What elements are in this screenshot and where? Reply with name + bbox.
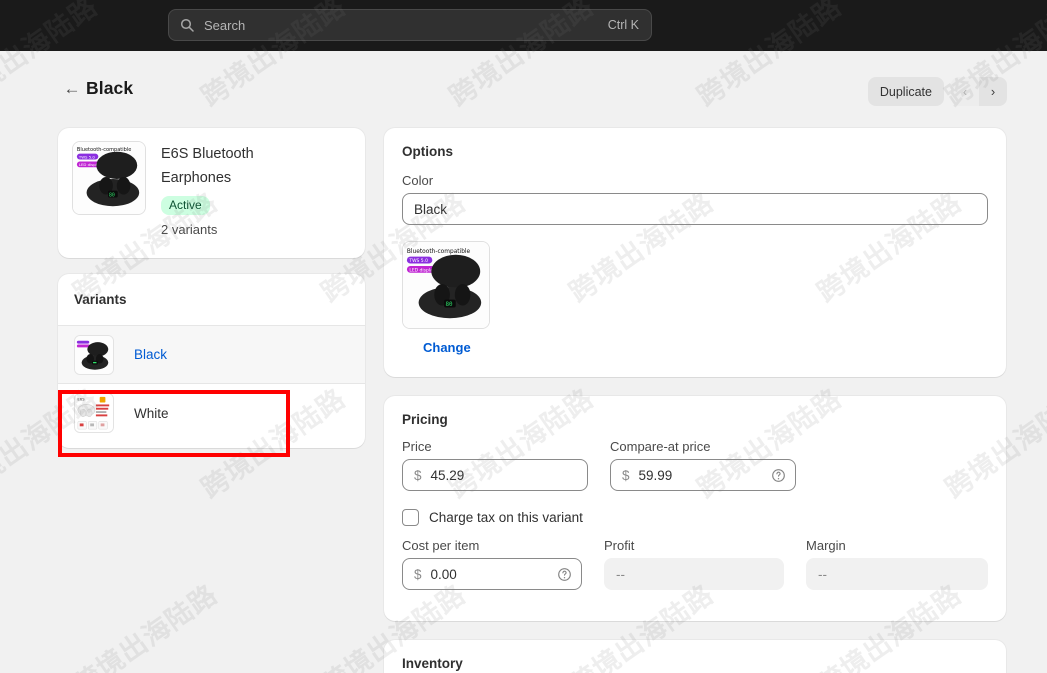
price-label: Price — [402, 439, 432, 454]
variants-heading: Variants — [58, 274, 365, 326]
charge-tax-label: Charge tax on this variant — [429, 510, 583, 525]
cost-per-item-value: 0.00 — [430, 566, 457, 582]
profit-value: -- — [604, 558, 785, 590]
color-label: Color — [402, 173, 434, 188]
profit-label: Profit — [604, 538, 635, 553]
status-badge: Active — [161, 196, 210, 215]
price-value: 45.29 — [430, 467, 465, 483]
price-field-group: Price $ 45.29 — [402, 439, 588, 491]
compare-price-value: 59.99 — [638, 467, 673, 483]
product-title: E6S Bluetooth Earphones — [161, 146, 254, 186]
svg-text:80: 80 — [109, 192, 115, 198]
charge-tax-row[interactable]: Charge tax on this variant — [402, 509, 988, 526]
price-input[interactable]: $ 45.29 — [402, 459, 588, 491]
margin-label: Margin — [806, 538, 846, 553]
search-icon — [179, 17, 195, 33]
change-image-link[interactable]: Change — [423, 340, 471, 355]
watermark-text: 跨境出海陆路 — [68, 579, 224, 673]
variant-row-white[interactable]: E6S White — [58, 384, 365, 442]
variant-thumbnail-black — [74, 334, 114, 375]
compare-price-label: Compare-at price — [610, 439, 711, 454]
color-input-value: Black — [414, 201, 448, 217]
help-circle-icon[interactable] — [557, 567, 572, 582]
svg-text:80: 80 — [446, 302, 454, 308]
help-circle-icon[interactable] — [771, 468, 786, 483]
options-heading: Options — [402, 144, 453, 159]
search-input[interactable]: Search Ctrl K — [168, 9, 652, 41]
variant-thumbnail-white: E6S — [74, 393, 114, 433]
search-shortcut: Ctrl K — [607, 18, 639, 32]
app-root: Search Ctrl K ← Black Duplicate ‹ › Blue… — [0, 0, 1047, 673]
page-header: ← Black Duplicate ‹ › — [0, 51, 1047, 128]
search-placeholder: Search — [204, 17, 246, 33]
options-card: Options Color Black Bluetooth-compatible… — [384, 128, 1006, 377]
variant-count-label: 2 variants — [161, 222, 218, 237]
product-summary-card[interactable]: Bluetooth-compatible TWS 5.0 LED display… — [58, 128, 365, 258]
svg-text:Bluetooth-compatible: Bluetooth-compatible — [77, 147, 132, 153]
svg-text:TWS 5.0: TWS 5.0 — [78, 154, 96, 159]
compare-price-input[interactable]: $ 59.99 — [610, 459, 796, 491]
price-currency-symbol: $ — [414, 467, 422, 483]
back-arrow-icon[interactable]: ← — [62, 79, 82, 99]
compare-currency-symbol: $ — [622, 467, 630, 483]
cost-currency-symbol: $ — [414, 566, 422, 582]
variant-row-black[interactable]: Black — [58, 326, 365, 384]
charge-tax-checkbox[interactable] — [402, 509, 419, 526]
variant-label-white[interactable]: White — [134, 406, 169, 421]
product-thumbnail: Bluetooth-compatible TWS 5.0 LED display… — [72, 141, 146, 215]
variant-label-black[interactable]: Black — [134, 347, 167, 362]
cost-row: Cost per item $ 0.00 Profit -- Margin -- — [402, 538, 988, 590]
pagination-group: ‹ › — [951, 77, 1007, 106]
compare-price-field-group: Compare-at price $ 59.99 — [610, 439, 796, 491]
svg-text:Bluetooth-compatible: Bluetooth-compatible — [407, 249, 471, 255]
margin-value: -- — [806, 558, 988, 590]
header-actions: Duplicate ‹ › — [867, 77, 1007, 106]
top-bar: Search Ctrl K — [0, 0, 1047, 51]
margin-field-group: Margin -- — [806, 538, 988, 590]
inventory-card: Inventory — [384, 640, 1006, 673]
next-variant-button[interactable]: › — [979, 77, 1007, 106]
pricing-card: Pricing Price $ 45.29 Compare-at price $… — [384, 396, 1006, 621]
variants-card: Variants Black E6S White — [58, 274, 365, 448]
svg-text:E6S: E6S — [77, 397, 85, 402]
inventory-heading: Inventory — [402, 656, 463, 671]
duplicate-button[interactable]: Duplicate — [867, 77, 944, 106]
pricing-heading: Pricing — [402, 412, 448, 427]
cost-per-item-label: Cost per item — [402, 538, 480, 553]
price-row: Price $ 45.29 Compare-at price $ 59.99 — [402, 439, 988, 491]
cost-field-group: Cost per item $ 0.00 — [402, 538, 583, 590]
color-input[interactable]: Black — [402, 193, 988, 225]
previous-variant-button[interactable]: ‹ — [951, 77, 979, 106]
cost-per-item-input[interactable]: $ 0.00 — [402, 558, 583, 590]
option-image[interactable]: Bluetooth-compatible TWS 5.0 LED display… — [402, 241, 490, 329]
page-title: Black — [86, 78, 134, 98]
profit-field-group: Profit -- — [604, 538, 785, 590]
svg-text:TWS 5.0: TWS 5.0 — [408, 258, 428, 264]
